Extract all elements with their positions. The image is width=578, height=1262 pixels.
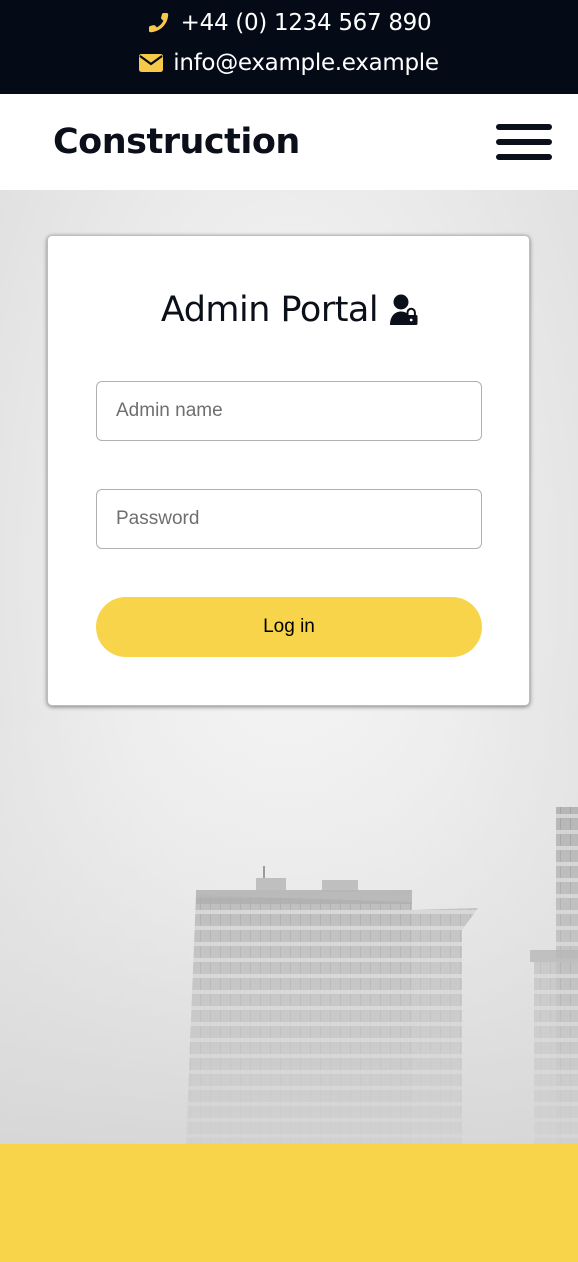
email-contact[interactable]: info@example.example: [0, 50, 578, 76]
menu-bar: [496, 154, 552, 160]
menu-bar: [496, 139, 552, 145]
footer-band: [0, 1144, 578, 1262]
login-title: Admin Portal: [48, 290, 531, 330]
user-lock-icon: [390, 294, 418, 326]
password-input[interactable]: [96, 489, 482, 549]
login-button[interactable]: Log in: [96, 597, 482, 657]
admin-name-input[interactable]: [96, 381, 482, 441]
menu-bar: [496, 124, 552, 130]
login-card: Admin Portal Log in: [47, 235, 530, 706]
contact-topbar: +44 (0) 1234 567 890 info@example.exampl…: [0, 0, 578, 94]
phone-contact[interactable]: +44 (0) 1234 567 890: [0, 10, 578, 36]
page-title: Admin Portal: [160, 290, 379, 330]
email-address: info@example.example: [173, 50, 439, 76]
brand-logo[interactable]: Construction: [53, 122, 300, 162]
main-navbar: Construction: [0, 94, 578, 190]
envelope-icon: [139, 53, 164, 73]
hamburger-menu-icon[interactable]: [496, 124, 552, 162]
phone-icon: [147, 11, 171, 35]
phone-number: +44 (0) 1234 567 890: [180, 10, 432, 36]
hero-background: Admin Portal Log in: [0, 190, 578, 1144]
